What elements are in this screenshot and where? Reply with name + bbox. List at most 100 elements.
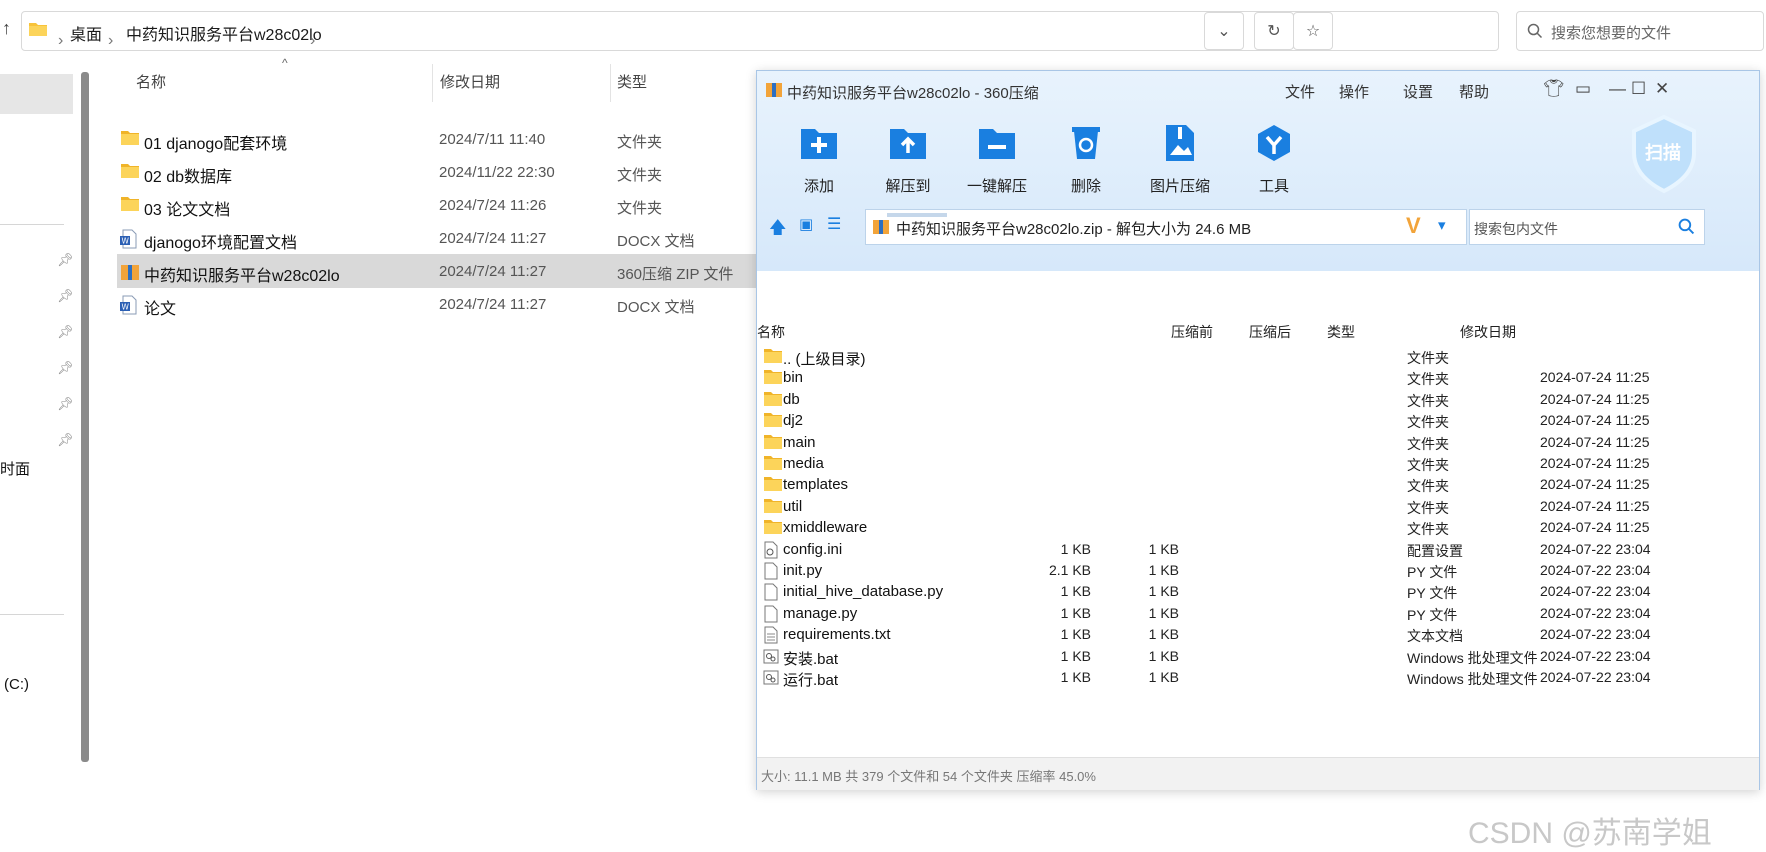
zip-entry-date: 2024-07-24 11:25 xyxy=(1540,390,1650,407)
zip-entry-row[interactable]: media 文件夹 2024-07-24 11:25 xyxy=(757,452,1759,476)
zip-entry-row[interactable]: config.ini 1 KB 1 KB 配置设置 2024-07-22 23:04 xyxy=(757,538,1759,562)
image-compress-button[interactable]: 图片压缩 xyxy=(1130,121,1230,207)
v-logo-icon[interactable]: V xyxy=(1406,213,1421,239)
skin-icon[interactable]: 👕︎ xyxy=(1543,79,1565,99)
file-name: 中药知识服务平台w28c02lo xyxy=(144,268,340,285)
delete-button[interactable]: 删除 xyxy=(1041,121,1131,207)
column-header-date[interactable]: 修改日期 xyxy=(440,71,500,92)
file-date: 2024/7/24 11:26 xyxy=(439,197,547,214)
search-icon[interactable] xyxy=(1678,218,1695,235)
extract-to-button[interactable]: 解压到 xyxy=(863,121,953,207)
zip-entry-row[interactable]: templates 文件夹 2024-07-24 11:25 xyxy=(757,473,1759,497)
menu-help[interactable]: 帮助 xyxy=(1459,81,1489,102)
favorite-button[interactable]: ☆ xyxy=(1293,12,1333,50)
archive-path-text: 中药知识服务平台w28c02lo.zip - 解包大小为 24.6 MB xyxy=(896,221,1252,238)
feedback-icon[interactable]: ▭ xyxy=(1575,79,1591,99)
zip-entry-row[interactable]: 运行.bat 1 KB 1 KB Windows 批处理文件 2024-07-22 23… xyxy=(757,666,1759,690)
chevron-down-icon[interactable]: ▾ xyxy=(1438,216,1446,234)
thumbnail-view-icon[interactable]: ▣ xyxy=(799,215,813,233)
scan-button[interactable]: 扫描 xyxy=(1619,111,1709,197)
zip-entry-size-before: 1 KB xyxy=(1060,604,1091,621)
file-row[interactable]: Wdjanogo环境配置文档 2024/7/24 11:27 DOCX 文档 xyxy=(117,221,757,255)
search-input[interactable]: 搜索您想要的文件 xyxy=(1516,11,1764,51)
file-row[interactable]: 01 djanogo配套环境 2024/7/11 11:40 文件夹 xyxy=(117,122,757,156)
file-row[interactable]: 02 db数据库 2024/11/22 22:30 文件夹 xyxy=(117,155,757,189)
zip-app-icon xyxy=(766,83,782,97)
folder-icon xyxy=(763,434,783,454)
extract-to-label: 解压到 xyxy=(885,178,931,195)
search-placeholder: 搜索您想要的文件 xyxy=(1551,25,1672,42)
pin-icon[interactable]: 📌︎ xyxy=(57,252,74,268)
address-bar: ↑ › 桌面 › 中药知识服务平台w28c02lo › ⌄ ↻ ☆ 搜索您想要的… xyxy=(0,0,1766,62)
zip-column-type[interactable]: 类型 xyxy=(1327,322,1355,342)
up-arrow-icon[interactable]: ↑ xyxy=(2,18,11,39)
zip-entry-row[interactable]: initial_hive_database.py 1 KB 1 KB PY 文件 202… xyxy=(757,580,1759,604)
zip-entry-row[interactable]: xmiddleware 文件夹 2024-07-24 11:25 xyxy=(757,516,1759,540)
zip-column-date[interactable]: 修改日期 xyxy=(1460,322,1516,342)
zip-entry-row[interactable]: bin 文件夹 2024-07-24 11:25 xyxy=(757,366,1759,390)
maximize-icon[interactable]: ☐ xyxy=(1631,79,1646,99)
file-date: 2024/7/11 11:40 xyxy=(439,131,546,148)
close-icon[interactable]: ✕ xyxy=(1655,79,1669,99)
zip-window: 中药知识服务平台w28c02lo - 360压缩 文件 操作 设置 帮助 👕︎ … xyxy=(756,70,1760,790)
sidebar-selected-item[interactable] xyxy=(0,74,73,114)
zip-entry-type: 文本文档 xyxy=(1407,628,1463,645)
zip-entry-row[interactable]: db 文件夹 2024-07-24 11:25 xyxy=(757,388,1759,412)
minimize-icon[interactable]: — xyxy=(1609,79,1626,99)
sidebar-item-drive-c[interactable]: (C:) xyxy=(4,676,29,693)
zip-entry-name: init.py xyxy=(783,562,823,579)
pin-icon[interactable]: 📌︎ xyxy=(57,324,74,340)
zip-entry-date: 2024-07-24 11:25 xyxy=(1540,369,1650,386)
zip-entry-date: 2024-07-22 23:04 xyxy=(1540,669,1651,685)
file-row[interactable]: W 论文 2024/7/24 11:27 DOCX 文档 xyxy=(117,287,757,321)
list-view-icon[interactable]: ☰ xyxy=(827,214,841,234)
breadcrumb-desktop[interactable]: 桌面 xyxy=(70,21,102,45)
archive-search-input[interactable]: 搜索包内文件 xyxy=(1469,209,1705,245)
word-doc-icon: W xyxy=(120,229,138,253)
pin-icon[interactable]: 📌︎ xyxy=(57,396,74,412)
extract-to-icon xyxy=(890,129,926,159)
zip-entry-row[interactable]: init.py 2.1 KB 1 KB PY 文件 2024-07-22 23:04 xyxy=(757,559,1759,583)
column-header-name[interactable]: 名称 xyxy=(136,71,166,92)
sidebar-scrollbar[interactable] xyxy=(81,72,89,762)
zip-entry-size-after: 1 KB xyxy=(1148,562,1179,578)
zip-entry-row[interactable]: requirements.txt 1 KB 1 KB 文本文档 2024-07-22 2… xyxy=(757,623,1759,647)
menu-settings[interactable]: 设置 xyxy=(1403,81,1433,102)
up-level-icon[interactable]: 🡅 xyxy=(769,215,786,244)
batch-file-icon xyxy=(763,669,779,691)
column-divider[interactable] xyxy=(610,64,611,102)
refresh-button[interactable]: ↻ xyxy=(1254,12,1294,50)
zip-entry-row[interactable]: util 文件夹 2024-07-24 11:25 xyxy=(757,495,1759,519)
file-name: 01 djanogo配套环境 xyxy=(144,136,288,153)
pin-icon[interactable]: 📌︎ xyxy=(57,432,74,448)
folder-icon xyxy=(763,519,783,539)
zip-entry-row[interactable]: .. (上级目录) 文件夹 xyxy=(757,345,1759,369)
zip-entry-row[interactable]: main 文件夹 2024-07-24 11:25 xyxy=(757,431,1759,455)
zip-entry-row[interactable]: 安装.bat 1 KB 1 KB Windows 批处理文件 2024-07-22 23… xyxy=(757,645,1759,669)
zip-column-after[interactable]: 压缩后 xyxy=(1249,322,1291,342)
column-header-type[interactable]: 类型 xyxy=(617,71,647,92)
zip-column-name[interactable]: 名称 xyxy=(757,322,785,342)
file-row[interactable]: 中药知识服务平台w28c02lo 2024/7/24 11:27 360压缩 ZIP… xyxy=(117,254,757,288)
breadcrumb-folder[interactable]: 中药知识服务平台w28c02lo xyxy=(126,21,322,45)
zip-entry-date: 2024-07-22 23:04 xyxy=(1540,562,1651,578)
archive-path-box[interactable]: 中药知识服务平台w28c02lo.zip - 解包大小为 24.6 MB V ▾ xyxy=(865,209,1467,245)
image-compress-label: 图片压缩 xyxy=(1149,178,1210,195)
file-row[interactable]: 03 论文文档 2024/7/24 11:26 文件夹 xyxy=(117,188,757,222)
file-type: 文件夹 xyxy=(617,134,663,151)
one-click-extract-button[interactable]: 一键解压 xyxy=(952,121,1042,207)
add-button[interactable]: 添加 xyxy=(774,121,864,207)
zip-entry-size-before: 1 KB xyxy=(1060,647,1091,664)
pin-icon[interactable]: 📌︎ xyxy=(57,360,74,376)
pin-icon[interactable]: 📌︎ xyxy=(57,288,74,304)
zip-entry-size-before: 1 KB xyxy=(1060,669,1091,685)
history-dropdown-button[interactable]: ⌄ xyxy=(1204,12,1244,50)
zip-column-before[interactable]: 压缩前 xyxy=(1171,322,1213,342)
zip-entry-row[interactable]: dj2 文件夹 2024-07-24 11:25 xyxy=(757,409,1759,433)
zip-entry-row[interactable]: manage.py 1 KB 1 KB PY 文件 2024-07-22 23:04 xyxy=(757,602,1759,626)
menu-operation[interactable]: 操作 xyxy=(1339,81,1369,102)
sidebar-item-label[interactable]: 时面 xyxy=(0,458,30,479)
column-divider[interactable] xyxy=(432,64,433,102)
tools-button[interactable]: 工具 xyxy=(1229,121,1319,207)
menu-file[interactable]: 文件 xyxy=(1285,81,1315,102)
